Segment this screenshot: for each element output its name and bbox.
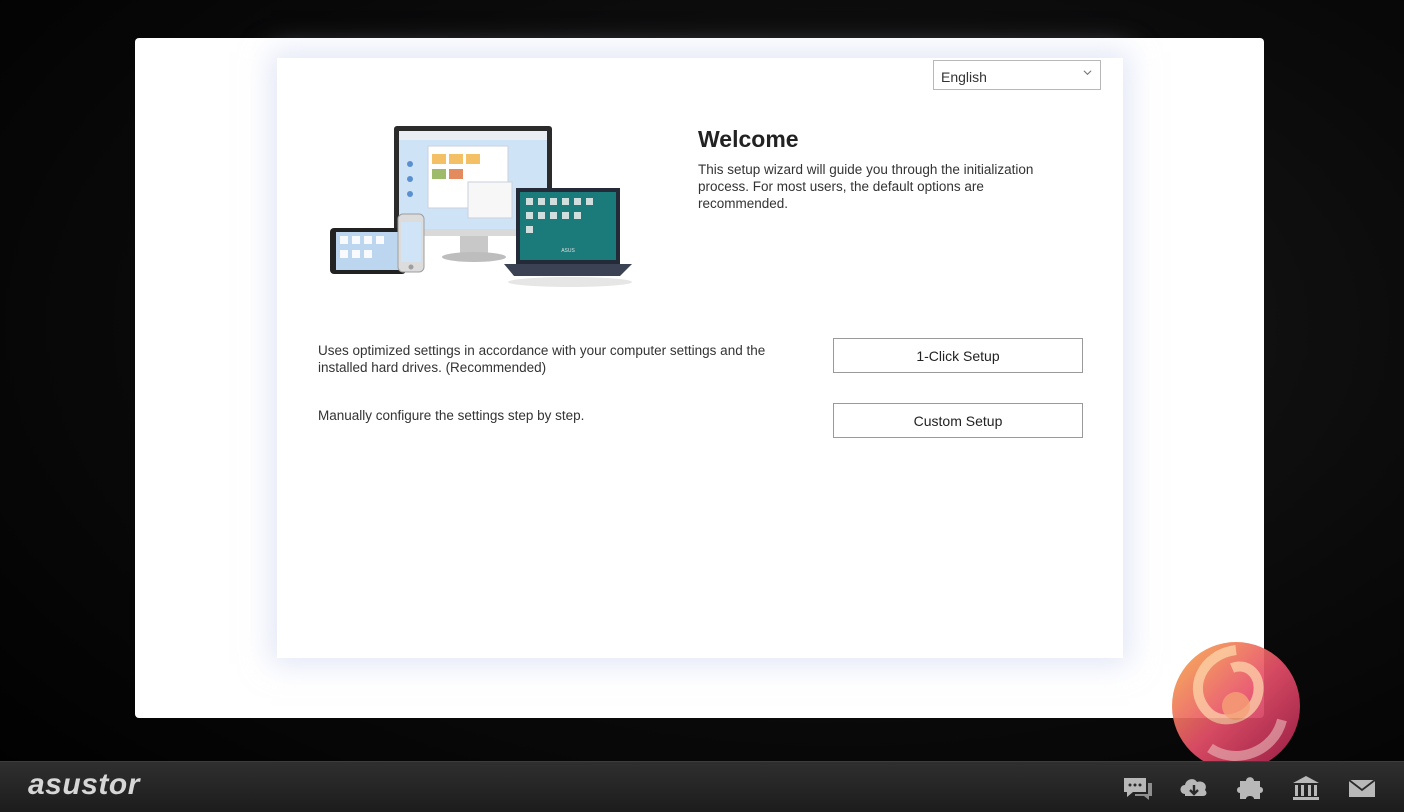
- setup-wizard-dialog: English ASUS Welcome This setup wizard w…: [135, 38, 1264, 718]
- welcome-description: This setup wizard will guide you through…: [698, 162, 1034, 211]
- language-select[interactable]: English: [933, 60, 1101, 90]
- devices-illustration: ASUS: [330, 126, 632, 287]
- chevron-down-icon: [1083, 70, 1092, 76]
- one-click-setup-description: Uses optimized settings in accordance wi…: [318, 343, 766, 375]
- puzzle-icon[interactable]: [1233, 774, 1267, 802]
- welcome-title: Welcome: [698, 126, 799, 152]
- watermark-logo: [1172, 642, 1300, 770]
- custom-setup-button[interactable]: Custom Setup: [833, 403, 1083, 438]
- custom-setup-description: Manually configure the settings step by …: [318, 408, 585, 423]
- one-click-setup-button[interactable]: 1-Click Setup: [833, 338, 1083, 373]
- laptop-brand-text: ASUS: [561, 248, 575, 254]
- language-select-value: English: [941, 69, 987, 85]
- bank-icon[interactable]: [1289, 774, 1323, 802]
- cloud-download-icon[interactable]: [1177, 774, 1211, 802]
- taskbar: asustor: [0, 761, 1404, 812]
- mail-icon[interactable]: [1345, 774, 1379, 802]
- chat-icon[interactable]: [1121, 774, 1155, 802]
- asustor-logo: asustor: [28, 768, 140, 801]
